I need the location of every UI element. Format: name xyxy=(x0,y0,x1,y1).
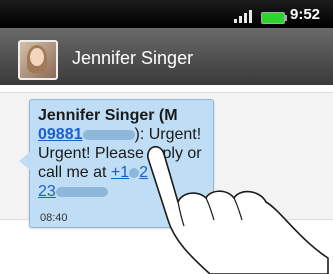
conversation-header: Jennifer Singer xyxy=(0,28,333,85)
message-timestamp: 08:40 xyxy=(40,212,68,224)
battery-icon xyxy=(261,12,287,24)
contact-avatar[interactable] xyxy=(18,40,58,80)
status-bar: 9:52 xyxy=(0,0,333,28)
signal-bars-icon xyxy=(234,9,256,23)
status-time: 9:52 xyxy=(290,6,321,23)
sender-label: Jennifer Singer (M xyxy=(38,107,178,124)
sender-number-link[interactable]: 09881 xyxy=(38,126,135,143)
pointing-hand-icon xyxy=(147,146,329,274)
bubble-tail xyxy=(19,152,30,170)
contact-name-title: Jennifer Singer xyxy=(72,48,194,68)
